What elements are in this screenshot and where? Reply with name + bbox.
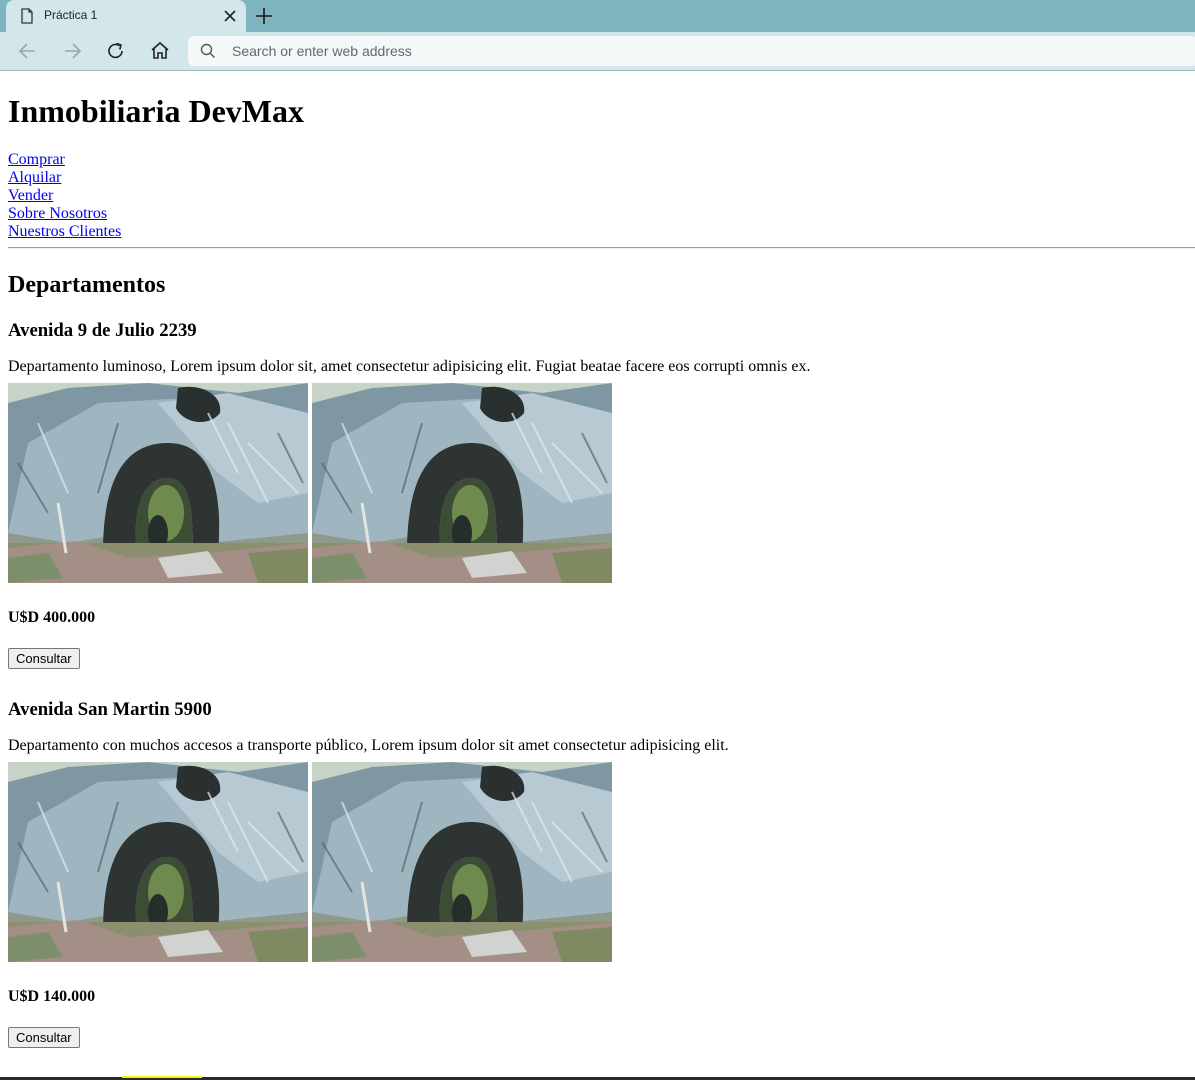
nav-link-vender[interactable]: Vender — [8, 187, 121, 205]
tab-strip: Práctica 1 — [0, 0, 1195, 32]
listing-gallery — [8, 383, 613, 583]
tab-title: Práctica 1 — [44, 8, 98, 22]
browser-tab[interactable]: Práctica 1 — [6, 0, 246, 32]
listing-description: Departamento luminoso, Lorem ipsum dolor… — [8, 358, 811, 375]
listing-gallery — [8, 762, 613, 962]
listing-address: Avenida San Martin 5900 — [8, 699, 212, 720]
nav-link-comprar[interactable]: Comprar — [8, 151, 121, 169]
listing-description: Departamento con muchos accesos a transp… — [8, 737, 729, 754]
property-photo — [312, 762, 612, 962]
search-icon — [200, 43, 215, 58]
section-title: Departamentos — [8, 272, 166, 298]
property-photo — [8, 383, 308, 583]
address-placeholder: Search or enter web address — [232, 43, 412, 59]
listing-price: U$D 400.000 — [8, 609, 96, 626]
nav-link-sobre-nosotros[interactable]: Sobre Nosotros — [8, 205, 121, 223]
plus-icon[interactable] — [253, 5, 275, 27]
listing-price: U$D 140.000 — [8, 988, 96, 1005]
listing-card: Avenida San Martin 5900 Departamento con… — [8, 699, 1188, 1048]
listing-card: Avenida 9 de Julio 2239 Departamento lum… — [8, 320, 1188, 669]
nav-link-nuestros-clientes[interactable]: Nuestros Clientes — [8, 223, 121, 241]
main-nav: Comprar Alquilar Vender Sobre Nosotros N… — [8, 151, 121, 241]
bottom-highlight — [122, 1076, 202, 1078]
page-icon — [21, 8, 33, 24]
property-photo — [8, 762, 308, 962]
address-bar[interactable]: Search or enter web address — [188, 36, 1195, 66]
close-icon[interactable] — [220, 6, 240, 26]
property-photo — [312, 383, 612, 583]
divider — [8, 247, 1195, 249]
consultar-button[interactable]: Consultar — [8, 648, 80, 669]
home-icon[interactable] — [147, 39, 173, 63]
forward-icon[interactable] — [59, 39, 85, 63]
listing-address: Avenida 9 de Julio 2239 — [8, 320, 197, 341]
nav-link-alquilar[interactable]: Alquilar — [8, 169, 121, 187]
reload-icon[interactable] — [103, 39, 129, 63]
back-icon[interactable] — [15, 39, 41, 63]
page-content: Inmobiliaria DevMax Comprar Alquilar Ven… — [0, 71, 1195, 1077]
consultar-button[interactable]: Consultar — [8, 1027, 80, 1048]
site-title: Inmobiliaria DevMax — [8, 93, 304, 129]
